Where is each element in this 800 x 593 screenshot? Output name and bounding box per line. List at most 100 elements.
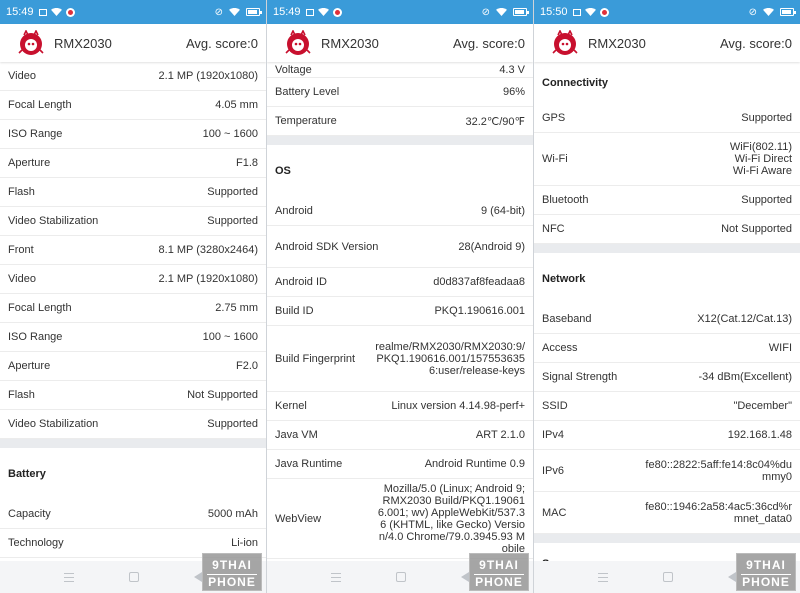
info-value: X12(Cat.12/Cat.13) bbox=[697, 313, 792, 325]
info-key: ISO Range bbox=[8, 128, 63, 140]
watermark-logo: 9THAI PHONE bbox=[469, 553, 529, 591]
info-row: Android 9 (64-bit) bbox=[267, 197, 533, 226]
app-header: RMX2030 Avg. score:0 bbox=[267, 24, 533, 62]
info-value: F2.0 bbox=[235, 360, 258, 372]
info-key: Video bbox=[8, 273, 36, 285]
info-key: Aperture bbox=[8, 360, 51, 372]
info-value: 2.1 MP (1920x1080) bbox=[158, 273, 258, 285]
back-nav-icon[interactable] bbox=[728, 572, 736, 582]
info-row: Aperture F1.8 bbox=[0, 149, 266, 178]
info-row: Android SDK Version 28(Android 9) bbox=[267, 226, 533, 268]
info-row: Java VM ART 2.1.0 bbox=[267, 421, 533, 450]
info-value: 5000 mAh bbox=[207, 508, 258, 520]
info-value: Supported bbox=[207, 186, 258, 198]
home-nav-icon[interactable] bbox=[129, 572, 139, 582]
info-value: 9 (64-bit) bbox=[480, 205, 525, 217]
home-nav-icon[interactable] bbox=[663, 572, 673, 582]
info-value: 8.1 MP (3280x2464) bbox=[158, 244, 258, 256]
info-value: 2.75 mm bbox=[215, 302, 258, 314]
info-row: Build ID PKQ1.190616.001 bbox=[267, 297, 533, 326]
menu-nav-icon[interactable] bbox=[64, 572, 74, 582]
info-value: 4.3 V bbox=[499, 63, 525, 76]
info-value: 100 ~ 1600 bbox=[202, 331, 258, 343]
info-key: ISO Range bbox=[8, 331, 63, 343]
status-time: 15:49 bbox=[6, 6, 34, 18]
info-list[interactable]: Voltage 4.3 V Battery Level 96% Temperature 3… bbox=[267, 62, 533, 561]
watermark-line-2: PHONE bbox=[742, 575, 790, 589]
screenshot-collage: 15:49 ⊘ RMX2030 Avg. score:0 Video 2.1 MP… bbox=[0, 0, 800, 593]
info-value: Supported bbox=[207, 418, 258, 430]
antutu-logo-icon bbox=[285, 30, 311, 55]
info-key: Android ID bbox=[275, 276, 327, 288]
info-row: Video 2.1 MP (1920x1080) bbox=[0, 62, 266, 91]
info-row: Wi-Fi WiFi(802.11) Wi-Fi Direct Wi-Fi Awa… bbox=[534, 133, 800, 186]
info-list[interactable]: Connectivity GPS Supported Wi-Fi WiFi(802.11… bbox=[534, 62, 800, 561]
info-row: Focal Length 2.75 mm bbox=[0, 294, 266, 323]
info-value: -34 dBm(Excellent) bbox=[698, 371, 792, 383]
section-title: Network bbox=[542, 273, 586, 285]
info-key: IPv6 bbox=[542, 464, 565, 477]
device-name: RMX2030 bbox=[54, 35, 112, 51]
info-key: Flash bbox=[8, 186, 35, 198]
wifi-icon bbox=[50, 8, 62, 16]
info-value: WIFI bbox=[768, 342, 792, 354]
info-row: WebView Mozilla/5.0 (Linux; Android 9; RM… bbox=[267, 479, 533, 559]
info-row: Video Stabilization Supported bbox=[0, 207, 266, 236]
info-value: Linux version 4.14.98-perf+ bbox=[391, 400, 525, 412]
info-value: 192.168.1.48 bbox=[727, 429, 792, 441]
info-row: NFC Not Supported bbox=[534, 215, 800, 244]
section-divider bbox=[267, 136, 533, 145]
info-value: fe80::2822:5aff:fe14:8c04%dummy0 bbox=[645, 458, 792, 483]
info-key: Video Stabilization bbox=[8, 418, 99, 430]
back-nav-icon[interactable] bbox=[194, 572, 202, 582]
info-row: Kernel Linux version 4.14.98-perf+ bbox=[267, 392, 533, 421]
info-row: Aperture F2.0 bbox=[0, 352, 266, 381]
wifi-signal-icon bbox=[763, 8, 774, 16]
info-row: SSID "December" bbox=[534, 392, 800, 421]
info-key: Access bbox=[542, 342, 578, 354]
info-row: Flash Not Supported bbox=[0, 381, 266, 410]
section-divider bbox=[534, 244, 800, 253]
info-row: Access WIFI bbox=[534, 334, 800, 363]
info-value: 4.05 mm bbox=[215, 99, 258, 111]
info-key: NFC bbox=[542, 223, 565, 235]
info-list[interactable]: Video 2.1 MP (1920x1080) Focal Length 4.05 … bbox=[0, 62, 266, 561]
app-header: RMX2030 Avg. score:0 bbox=[534, 24, 800, 62]
info-key: Baseband bbox=[542, 313, 592, 325]
info-value: ART 2.1.0 bbox=[475, 429, 525, 441]
info-row: Baseband X12(Cat.12/Cat.13) bbox=[534, 305, 800, 334]
info-value: Mozilla/5.0 (Linux; Android 9; RMX2030 B… bbox=[377, 482, 525, 555]
info-row: Android ID d0d837af8feadaa8 bbox=[267, 268, 533, 297]
info-value: Not Supported bbox=[721, 223, 792, 235]
avg-score: Avg. score:0 bbox=[185, 35, 258, 51]
info-value: Not Supported bbox=[187, 389, 258, 401]
info-row: Focal Length 4.05 mm bbox=[0, 91, 266, 120]
info-value: F1.8 bbox=[235, 157, 258, 169]
info-key: Video bbox=[8, 70, 36, 82]
menu-nav-icon[interactable] bbox=[331, 572, 341, 582]
device-name: RMX2030 bbox=[588, 35, 646, 51]
info-row: IPv4 192.168.1.48 bbox=[534, 421, 800, 450]
wifi-signal-icon bbox=[496, 8, 507, 16]
avg-score: Avg. score:0 bbox=[452, 35, 525, 51]
phone-screen-2: 15:49 ⊘ RMX2030 Avg. score:0 Voltage 4.3 … bbox=[267, 0, 533, 593]
info-value: Android Runtime 0.9 bbox=[424, 458, 525, 470]
status-bar: 15:49 ⊘ bbox=[267, 0, 533, 24]
watermark-line-1: 9THAI bbox=[474, 558, 524, 575]
info-row: Java Runtime Android Runtime 0.9 bbox=[267, 450, 533, 479]
watermark-logo: 9THAI PHONE bbox=[202, 553, 262, 591]
status-bar: 15:49 ⊘ bbox=[0, 0, 266, 24]
info-value: d0d837af8feadaa8 bbox=[433, 276, 525, 288]
image-notification-icon bbox=[38, 8, 47, 16]
antutu-logo-icon bbox=[552, 30, 578, 55]
image-notification-icon bbox=[572, 8, 581, 16]
wifi-icon bbox=[317, 8, 329, 16]
back-nav-icon[interactable] bbox=[461, 572, 469, 582]
info-key: Focal Length bbox=[8, 99, 72, 111]
menu-nav-icon[interactable] bbox=[598, 572, 608, 582]
home-nav-icon[interactable] bbox=[396, 572, 406, 582]
mute-icon: ⊘ bbox=[214, 6, 223, 18]
info-key: Capacity bbox=[8, 508, 51, 520]
battery-icon bbox=[246, 8, 262, 16]
section-title: Battery bbox=[8, 468, 46, 480]
